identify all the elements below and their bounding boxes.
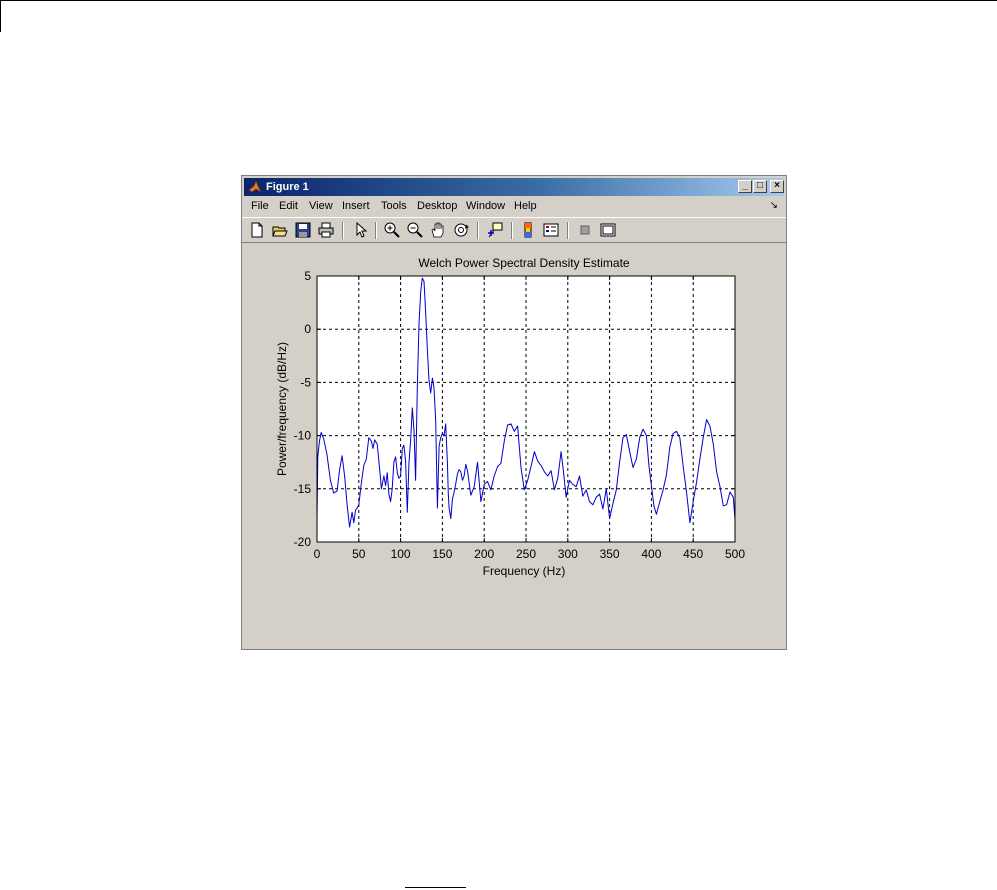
- colorbar-icon[interactable]: [519, 221, 537, 239]
- toolbar-separator: [477, 222, 479, 239]
- page-bottom-rule: [405, 887, 466, 888]
- y-tick-label: -5: [300, 375, 311, 389]
- window-title: Figure 1: [266, 181, 309, 193]
- x-tick-label: 100: [391, 547, 411, 561]
- zoom-in-icon[interactable]: [383, 221, 401, 239]
- x-tick-label: 150: [432, 547, 452, 561]
- menu-edit[interactable]: Edit: [279, 200, 298, 212]
- data-cursor-icon[interactable]: [486, 221, 504, 239]
- y-tick-label: -15: [294, 482, 312, 496]
- close-button[interactable]: ×: [770, 180, 784, 193]
- x-tick-label: 50: [352, 547, 366, 561]
- matlab-logo-icon: [248, 180, 262, 193]
- new-figure-icon[interactable]: [248, 221, 266, 239]
- x-tick-label: 250: [516, 547, 536, 561]
- x-tick-label: 200: [474, 547, 494, 561]
- title-bar[interactable]: Figure 1 _ □ ×: [244, 178, 784, 196]
- zoom-out-icon[interactable]: [406, 221, 424, 239]
- dock-arrow-icon[interactable]: ↘: [770, 200, 778, 211]
- x-tick-label: 0: [314, 547, 321, 561]
- edit-plot-arrow-icon[interactable]: [352, 221, 370, 239]
- x-tick-label: 400: [641, 547, 661, 561]
- toolbar-separator: [511, 222, 513, 239]
- y-tick-label: -20: [294, 535, 312, 549]
- page-left-rule: [0, 0, 1, 32]
- menu-file[interactable]: File: [251, 200, 269, 212]
- x-tick-label: 500: [725, 547, 745, 561]
- x-tick-label: 300: [558, 547, 578, 561]
- open-file-icon[interactable]: [271, 221, 289, 239]
- print-icon[interactable]: [317, 221, 335, 239]
- rotate-3d-icon[interactable]: [452, 221, 470, 239]
- page-top-rule: [0, 0, 997, 1]
- menu-bar: File Edit View Insert Tools Desktop Wind…: [242, 198, 786, 216]
- menu-help[interactable]: Help: [514, 200, 537, 212]
- menu-insert[interactable]: Insert: [342, 200, 370, 212]
- psd-chart: Welch Power Spectral Density Estimate 0 5…: [275, 256, 745, 578]
- x-tick-label: 450: [683, 547, 703, 561]
- toolbar-separator: [375, 222, 377, 239]
- y-tick-label: -10: [294, 429, 312, 443]
- x-axis-label: Frequency (Hz): [483, 564, 566, 578]
- save-icon[interactable]: [294, 221, 312, 239]
- show-plot-tools-icon[interactable]: [599, 221, 617, 239]
- menu-tools[interactable]: Tools: [381, 200, 407, 212]
- toolbar-separator: [342, 222, 344, 239]
- pan-hand-icon[interactable]: [429, 221, 447, 239]
- y-tick-label: 5: [304, 269, 311, 283]
- y-tick-label: 0: [304, 322, 311, 336]
- y-axis-label: Power/frequency (dB/Hz): [275, 342, 289, 476]
- chart-title: Welch Power Spectral Density Estimate: [418, 256, 630, 270]
- maximize-button[interactable]: □: [753, 180, 767, 193]
- menu-desktop[interactable]: Desktop: [417, 200, 457, 212]
- x-tick-label: 350: [600, 547, 620, 561]
- hide-plot-tools-icon[interactable]: [576, 221, 594, 239]
- toolbar-separator: [567, 222, 569, 239]
- legend-icon[interactable]: [542, 221, 560, 239]
- menu-window[interactable]: Window: [466, 200, 505, 212]
- minimize-button[interactable]: _: [738, 180, 752, 193]
- menu-view[interactable]: View: [309, 200, 333, 212]
- figure-window: Figure 1 _ □ × File Edit View Insert Too…: [241, 175, 787, 650]
- toolbar: [242, 217, 786, 243]
